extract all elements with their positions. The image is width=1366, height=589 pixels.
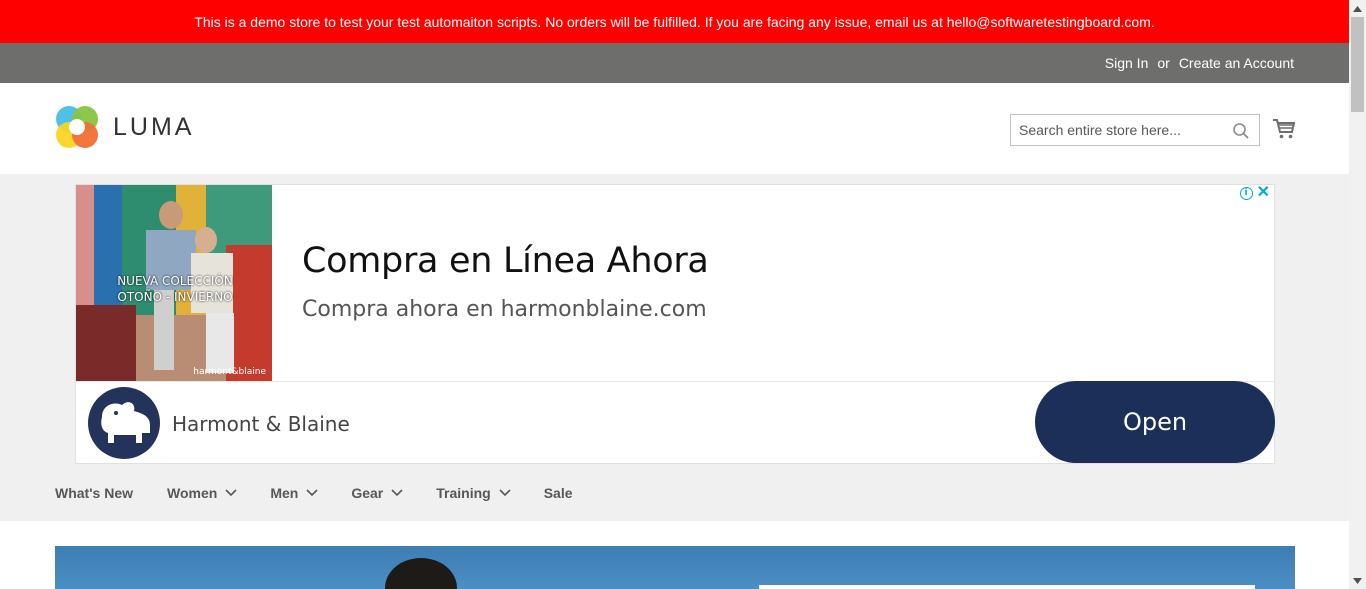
nav-item-label: Training [436,484,491,501]
search-box [1010,114,1260,146]
ad-brand-name[interactable]: Harmont & Blaine [172,412,350,436]
ad-image[interactable]: NUEVA COLECCIÓN OTOÑO - INVIERNO harmont… [76,185,272,381]
nav-item-training[interactable]: Training [436,484,511,501]
nav-item-label: Sale [543,484,573,501]
chevron-down-icon [225,488,237,496]
ad-info-icon[interactable]: i [1239,186,1253,200]
dog-logo-icon [101,402,150,443]
header: LUMA [0,83,1349,174]
scrollbar-thumb[interactable] [1351,17,1364,112]
ad-image-brand: harmont&blaine [193,367,266,377]
ad-controls: i ✕ [1239,185,1270,201]
demo-notice-text: This is a demo store to test your test a… [194,13,1155,30]
nav-item-women[interactable]: Women [167,485,237,501]
chevron-down-icon [391,488,403,496]
search-icon[interactable] [1232,122,1250,140]
hero-banner[interactable] [55,546,1295,589]
ad-open-button[interactable]: Open [1035,381,1275,463]
or-separator: or [1157,55,1170,71]
ad-area: NUEVA COLECCIÓN OTOÑO - INVIERNO harmont… [0,174,1349,464]
page: This is a demo store to test your test a… [0,0,1349,589]
search-input[interactable] [1011,115,1226,145]
top-links-bar: Sign In or Create an Account [0,43,1349,83]
vertical-scrollbar[interactable] [1349,0,1366,589]
nav-item-gear[interactable]: Gear [351,485,403,501]
chevron-down-icon [306,488,318,496]
scroll-down-arrow-icon[interactable] [1349,572,1366,589]
luma-logo-icon [56,106,98,148]
main-nav: What's New Women Men Gear Training Sale [0,464,1349,521]
hero-content-box [759,585,1255,589]
nav-item-label: Men [270,484,299,501]
ad-subtitle[interactable]: Compra ahora en harmonblaine.com [302,297,707,322]
nav-item-label: Gear [351,484,384,501]
nav-item-label: What's New [55,484,134,501]
hero-image-figure [385,558,457,589]
ad-image-caption: NUEVA COLECCIÓN OTOÑO - INVIERNO [117,274,233,304]
demo-notice-bar: This is a demo store to test your test a… [0,0,1349,43]
nav-item-sale[interactable]: Sale [544,485,573,501]
ad-title[interactable]: Compra en Línea Ahora [302,241,709,281]
sign-in-link[interactable]: Sign In [1105,55,1149,71]
ad-close-icon[interactable]: ✕ [1257,185,1270,201]
advertisement[interactable]: NUEVA COLECCIÓN OTOÑO - INVIERNO harmont… [75,184,1275,464]
scroll-up-arrow-icon[interactable] [1349,0,1366,17]
create-account-link[interactable]: Create an Account [1179,55,1294,71]
logo[interactable]: LUMA [55,105,194,149]
cart-icon[interactable] [1272,118,1296,140]
nav-item-label: Women [167,484,218,501]
nav-item-men[interactable]: Men [270,485,318,501]
chevron-down-icon [499,488,511,496]
ad-brand-logo[interactable] [88,387,160,459]
logo-text: LUMA [113,112,195,141]
nav-item-whats-new[interactable]: What's New [55,485,133,501]
